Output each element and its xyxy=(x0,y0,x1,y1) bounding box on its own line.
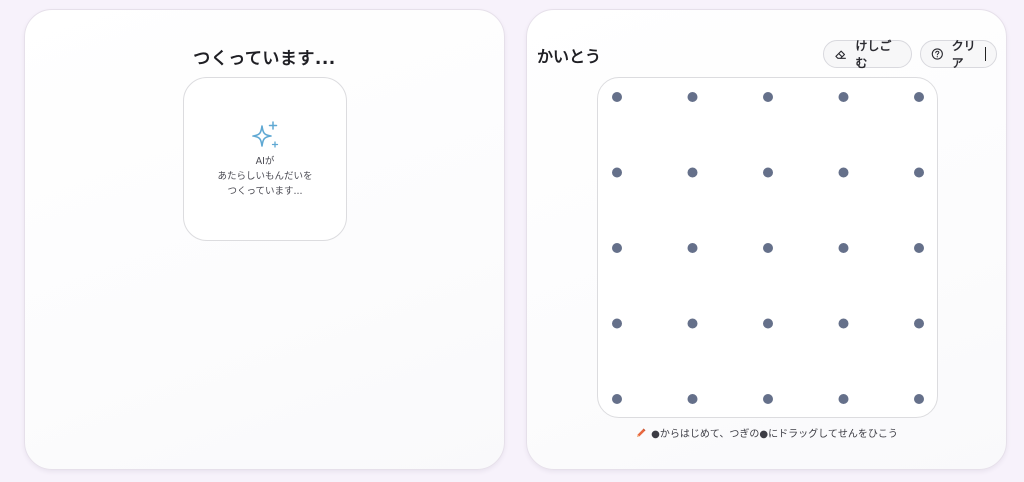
grid-dot[interactable] xyxy=(838,243,849,253)
eraser-icon xyxy=(835,50,846,59)
sparkle-icon xyxy=(252,121,279,148)
text-cursor xyxy=(985,47,986,61)
generating-message: AIが あたらしいもんだいを つくっています... xyxy=(217,154,312,199)
dot-grid-canvas[interactable] xyxy=(597,77,938,418)
grid-dot[interactable] xyxy=(763,318,773,329)
grid-dot[interactable] xyxy=(687,394,698,404)
grid-dot[interactable] xyxy=(687,318,698,329)
drawing-hint-text: ●からはじめて、つぎの●にドラッグしてせんをひこう xyxy=(651,429,898,440)
answer-title: かいとう xyxy=(537,47,602,66)
grid-dot[interactable] xyxy=(612,167,622,178)
grid-dot[interactable] xyxy=(687,167,698,178)
clear-button[interactable]: クリア xyxy=(920,39,997,70)
grid-dot[interactable] xyxy=(914,92,924,102)
grid-dot[interactable] xyxy=(612,92,622,102)
grid-dot[interactable] xyxy=(914,167,924,178)
grid-dot[interactable] xyxy=(763,394,773,404)
generating-title: つくっています... xyxy=(193,49,336,69)
grid-dot[interactable] xyxy=(763,243,773,253)
grid-dot[interactable] xyxy=(687,243,698,253)
answer-panel: かいとう けしごむ クリア ●からはじめて、つぎの●にドラッグしてせんをひこう xyxy=(526,9,1007,470)
dot-grid[interactable] xyxy=(598,78,939,419)
grid-dot[interactable] xyxy=(838,92,849,102)
question-circle-icon xyxy=(931,48,943,60)
clear-button-label: クリア xyxy=(951,39,976,70)
grid-dot[interactable] xyxy=(612,394,622,404)
generating-message-line: AIが xyxy=(255,156,275,167)
grid-dot[interactable] xyxy=(838,167,849,178)
grid-dot[interactable] xyxy=(687,92,698,102)
generating-message-line: つくっています... xyxy=(227,186,303,197)
pencil-icon xyxy=(637,428,646,437)
drawing-hint: ●からはじめて、つぎの●にドラッグしてせんをひこう xyxy=(527,425,1006,440)
grid-dot[interactable] xyxy=(838,394,849,404)
grid-dot[interactable] xyxy=(914,394,924,404)
grid-dot[interactable] xyxy=(838,318,849,329)
grid-dot[interactable] xyxy=(763,167,773,178)
eraser-button[interactable]: けしごむ xyxy=(823,39,912,70)
grid-dot[interactable] xyxy=(914,243,924,253)
grid-dot[interactable] xyxy=(612,243,622,253)
generating-message-line: あたらしいもんだいを xyxy=(217,171,313,182)
generation-panel: つくっています... AIが あたらしいもんだいを つくっています... xyxy=(24,9,505,470)
generating-card: AIが あたらしいもんだいを つくっています... xyxy=(183,77,347,241)
grid-dot[interactable] xyxy=(763,92,773,102)
grid-dot[interactable] xyxy=(612,318,622,329)
eraser-button-label: けしごむ xyxy=(855,39,892,70)
grid-dot[interactable] xyxy=(914,318,924,329)
